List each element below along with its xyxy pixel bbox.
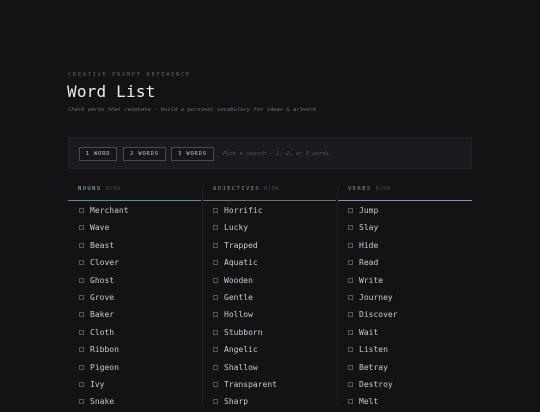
verbs-column-header: VERBS 0/96 <box>348 186 391 192</box>
word-checkbox[interactable] <box>79 294 84 300</box>
word-label: Clover <box>90 258 119 268</box>
word-checkbox[interactable] <box>348 260 353 266</box>
word-label: Wooden <box>224 275 253 285</box>
word-label: Trapped <box>224 240 258 250</box>
word-checkbox[interactable] <box>213 260 218 266</box>
word-label: Ghost <box>90 275 115 285</box>
word-checkbox[interactable] <box>213 347 218 353</box>
word-checkbox[interactable] <box>79 260 84 266</box>
word-checkbox[interactable] <box>213 277 218 283</box>
column-divider <box>337 186 338 405</box>
word-checkbox[interactable] <box>348 225 353 231</box>
word-checkbox[interactable] <box>79 329 84 335</box>
verbs-count: 0/96 <box>375 186 391 192</box>
word-label: Slay <box>359 223 379 233</box>
word-checkbox[interactable] <box>79 364 84 370</box>
page-title: Word List <box>67 82 156 101</box>
adjectives-column-header: ADJECTIVES 0/96 <box>213 186 279 192</box>
word-checkbox[interactable] <box>213 329 218 335</box>
word-label: Write <box>359 275 384 285</box>
word-checkbox[interactable] <box>348 242 353 248</box>
word-label: Read <box>359 258 379 268</box>
word-checkbox[interactable] <box>213 312 218 318</box>
word-label: Angelic <box>224 345 258 355</box>
word-label: Grove <box>90 292 115 302</box>
two-words-button[interactable]: 2 WORDS <box>123 147 166 161</box>
word-checkbox[interactable] <box>348 312 353 318</box>
word-checkbox[interactable] <box>213 225 218 231</box>
adjectives-count: 0/96 <box>264 186 280 192</box>
word-label: Merchant <box>90 206 129 215</box>
word-label: Wave <box>90 223 110 233</box>
word-checkbox[interactable] <box>213 294 218 300</box>
word-checkbox[interactable] <box>79 208 84 213</box>
word-label: Betray <box>359 362 388 372</box>
word-label: Ribbon <box>90 345 119 355</box>
word-label: Beast <box>90 240 115 250</box>
word-label: Destroy <box>359 379 393 389</box>
word-checkbox[interactable] <box>348 277 353 283</box>
page-eyebrow: CREATIVE PROMPT REFERENCE <box>68 72 191 78</box>
word-checkbox[interactable] <box>213 399 218 405</box>
word-checkbox[interactable] <box>79 381 84 387</box>
word-checkbox[interactable] <box>213 208 218 213</box>
word-checkbox[interactable] <box>348 399 353 405</box>
word-count-toolbar: 1 WORD 2 WORDS 3 WORDS Pick a search — 1… <box>68 137 472 169</box>
word-label: Pigeon <box>90 362 119 372</box>
word-checkbox[interactable] <box>79 242 84 248</box>
word-label: Jump <box>359 206 379 215</box>
word-label: Listen <box>359 345 388 355</box>
word-checkbox[interactable] <box>213 364 218 370</box>
word-checkbox[interactable] <box>348 347 353 353</box>
word-label: Journey <box>359 292 393 302</box>
word-label: Transparent <box>224 379 277 389</box>
word-checkbox[interactable] <box>213 381 218 387</box>
nouns-column-header: NOUNS 0/96 <box>78 186 121 192</box>
verbs-header-underline <box>338 200 472 201</box>
word-label: Horrific <box>224 206 263 215</box>
word-checkbox[interactable] <box>213 242 218 248</box>
word-checkbox[interactable] <box>79 347 84 353</box>
word-label: Baker <box>90 310 115 320</box>
word-label: Stubborn <box>224 327 263 337</box>
adjectives-title: ADJECTIVES <box>213 186 261 192</box>
word-checkbox[interactable] <box>79 277 84 283</box>
word-label: Lucky <box>224 223 249 233</box>
word-checkbox[interactable] <box>348 381 353 387</box>
word-checkbox[interactable] <box>348 329 353 335</box>
one-word-button[interactable]: 1 WORD <box>79 147 117 161</box>
page-subtitle: Check words that resonate — build a pers… <box>68 107 317 113</box>
word-label: Hide <box>359 240 379 250</box>
word-checkbox[interactable] <box>79 225 84 231</box>
word-checkbox[interactable] <box>79 312 84 318</box>
three-words-button[interactable]: 3 WORDS <box>171 147 214 161</box>
verbs-title: VERBS <box>348 186 372 192</box>
word-label: Gentle <box>224 292 253 302</box>
pick-hint: Pick a search — 1, 2, or 3 words. <box>223 151 333 157</box>
word-label: Discover <box>359 310 398 320</box>
column-divider <box>202 186 203 405</box>
nouns-title: NOUNS <box>78 186 102 192</box>
nouns-header-underline <box>68 200 201 201</box>
word-checkbox[interactable] <box>79 399 84 405</box>
adjectives-header-underline <box>203 200 336 201</box>
word-label: Hollow <box>224 310 253 320</box>
word-checkbox[interactable] <box>348 208 353 213</box>
word-checkbox[interactable] <box>348 364 353 370</box>
word-label: Ivy <box>90 379 105 389</box>
nouns-count: 0/96 <box>105 186 121 192</box>
word-label: Cloth <box>90 327 115 337</box>
word-label: Aquatic <box>224 258 258 268</box>
word-checkbox[interactable] <box>348 294 353 300</box>
word-label: Shallow <box>224 362 258 372</box>
word-label: Wait <box>359 327 379 337</box>
